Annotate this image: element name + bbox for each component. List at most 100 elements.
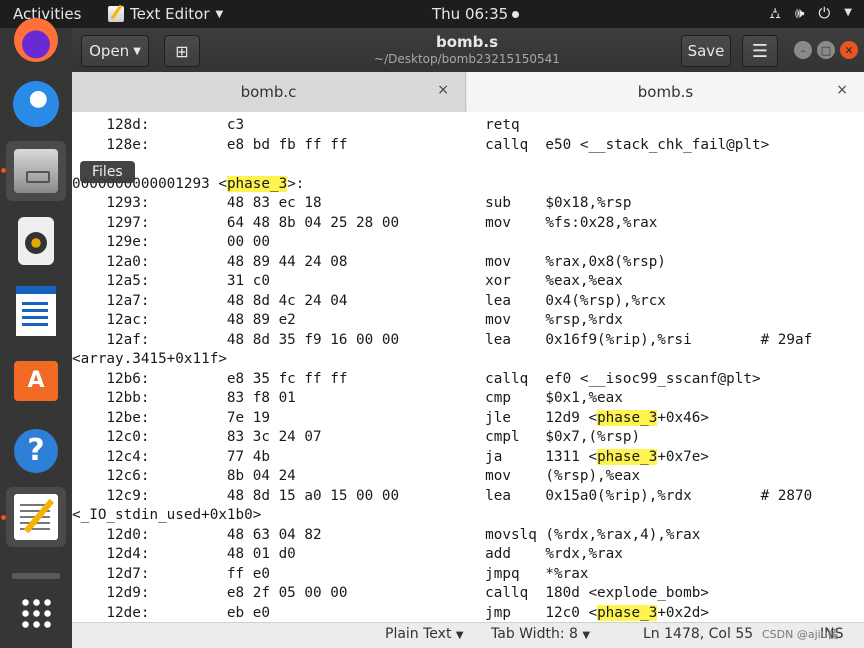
code-line: 12de: eb e0 jmp 12c0 <phase_3+0x2d> (72, 604, 709, 623)
code-line: 1297: 64 48 8b 04 25 28 00 mov %fs:0x28,… (72, 214, 657, 234)
code-text: 12c6: 8b 04 24 mov (%rsp),%eax (72, 468, 641, 484)
code-text: 129e: 00 00 (72, 234, 270, 250)
dock: A ? (0, 18, 72, 648)
minimize-button[interactable]: – (794, 41, 812, 59)
code-editor[interactable]: 128d: c3 retq 128e: e8 bd fb ff ff callq… (72, 112, 864, 622)
code-line: 12ac: 48 89 e2 mov %rsp,%rdx (72, 311, 623, 331)
search-highlight: phase_3 (597, 448, 658, 465)
firefox-icon (14, 18, 58, 62)
code-text: 12a7: 48 8d 4c 24 04 lea 0x4(%rsp),%rcx (72, 292, 666, 309)
hamburger-icon: ☰ (751, 40, 769, 62)
code-text: 12b6: e8 35 fc ff ff callq ef0 <__isoc99… (72, 370, 761, 387)
code-text: 1297: 64 48 8b 04 25 28 00 mov %fs:0x28,… (72, 214, 658, 231)
tab-bomb-c[interactable]: bomb.c × (72, 72, 466, 112)
code-text: 12d0: 48 63 04 82 movslq (%rdx,%rax,4),%… (72, 526, 701, 543)
code-text: 12af: 48 8d 35 f9 16 00 00 lea 0x16f9(%r… (72, 331, 813, 348)
code-line: 12d9: e8 2f 05 00 00 callq 180d <explode… (72, 584, 709, 604)
help-icon: ? (14, 429, 58, 473)
running-indicator (1, 168, 6, 173)
save-button[interactable]: Save (681, 35, 731, 67)
dock-item-firefox[interactable] (6, 10, 66, 70)
code-text: 12de: eb e0 jmp 12c0 < (72, 604, 598, 621)
app-menu[interactable]: Text Editor ▼ (108, 5, 223, 23)
code-line: 128e: e8 bd fb ff ff callq e50 <__stack_… (72, 136, 769, 156)
dock-item-text-editor[interactable] (6, 487, 66, 547)
code-text: 12be: 7e 19 jle 12d9 < (72, 409, 598, 426)
hamburger-menu-button[interactable]: ☰ (742, 35, 778, 67)
app-menu-label: Text Editor (130, 5, 210, 23)
dock-item-help[interactable]: ? (6, 421, 66, 481)
dock-tooltip: Files (80, 161, 135, 183)
text-editor-icon (14, 494, 58, 540)
clock-label: Thu 06:35 (432, 5, 509, 23)
close-tab-icon[interactable]: × (836, 82, 848, 98)
tab-bomb-s[interactable]: bomb.s × (467, 72, 864, 112)
code-text: +0x46> (657, 409, 709, 426)
dock-item-thunderbird[interactable] (6, 74, 66, 134)
system-tray[interactable]: ⛼ 🕪 ⏻ ▼ (769, 4, 852, 24)
libreoffice-writer-icon (16, 286, 56, 336)
software-center-icon: A (14, 361, 58, 401)
window-header: Open ▼ ⊞ bomb.s ~/Desktop/bomb23215150541… (72, 28, 864, 72)
tab-label: bomb.c (240, 83, 297, 101)
code-line: 12c4: 77 4b ja 1311 <phase_3+0x7e> (72, 448, 709, 468)
maximize-button[interactable]: □ (817, 41, 835, 59)
clock[interactable]: Thu 06:35 (432, 5, 520, 23)
trash-icon (12, 573, 60, 579)
code-line: 12d0: 48 63 04 82 movslq (%rdx,%rax,4),%… (72, 526, 700, 546)
new-document-button[interactable]: ⊞ (164, 35, 200, 67)
code-text: 12c4: 77 4b ja 1311 < (72, 448, 598, 465)
dock-item-writer[interactable] (6, 281, 66, 341)
code-text: +0x2d> (657, 604, 709, 621)
show-applications-button[interactable] (6, 583, 66, 643)
top-bar: Activities Text Editor ▼ Thu 06:35 ⛼ 🕪 ⏻… (0, 0, 864, 28)
open-button-label: Open (89, 42, 130, 60)
code-line: 12a7: 48 8d 4c 24 04 lea 0x4(%rsp),%rcx (72, 292, 666, 312)
code-line: 12be: 7e 19 jle 12d9 <phase_3+0x46> (72, 409, 709, 429)
new-document-icon: ⊞ (175, 41, 189, 61)
volume-icon: 🕪 (794, 4, 805, 22)
minimize-icon: – (800, 43, 806, 57)
watermark: CSDN @ajiu酱 (762, 628, 839, 641)
code-line: 12b6: e8 35 fc ff ff callq ef0 <__isoc99… (72, 370, 761, 390)
dock-item-software[interactable]: A (6, 351, 66, 411)
code-text: 12c9: 48 8d 15 a0 15 00 00 lea 0x15a0(%r… (72, 487, 813, 504)
code-line: 12bb: 83 f8 01 cmp $0x1,%eax (72, 389, 622, 409)
tab-width-selector[interactable]: Tab Width: 8 ▼ (491, 626, 590, 642)
code-line: 12a5: 31 c0 xor %eax,%eax (72, 272, 623, 292)
cursor-position[interactable]: Ln 1478, Col 55 (643, 626, 753, 642)
code-line: 12c0: 83 3c 24 07 cmpl $0x7,(%rsp) (72, 428, 640, 448)
tab-bar: bomb.c × bomb.s × (72, 72, 864, 112)
thunderbird-icon (13, 81, 59, 127)
code-line: 12c9: 48 8d 15 a0 15 00 00 lea 0x15a0(%r… (72, 487, 812, 507)
network-icon: ⛼ (769, 4, 781, 22)
running-indicator (1, 515, 6, 520)
close-icon: ✕ (844, 43, 854, 57)
maximize-icon: □ (820, 43, 832, 57)
status-bar: Plain Text ▼ Tab Width: 8 ▼ Ln 1478, Col… (72, 622, 864, 648)
window-subtitle: ~/Desktop/bomb23215150541 (374, 52, 560, 66)
text-editor-icon (108, 6, 124, 22)
code-text: 1293: 48 83 ec 18 sub $0x18,%rsp (72, 195, 632, 211)
tab-label: bomb.s (637, 83, 694, 101)
code-text: 12d7: ff e0 jmpq *%rax (72, 565, 589, 582)
dock-item-files[interactable] (6, 141, 66, 201)
code-text: 12c0: 83 3c 24 07 cmpl $0x7,(%rsp) (72, 429, 641, 445)
caret-down-icon: ▼ (133, 45, 141, 57)
code-text: 12a5: 31 c0 xor %eax,%eax (72, 273, 623, 289)
code-text: 12ac: 48 89 e2 mov %rsp,%rdx (72, 312, 623, 328)
code-text: 128e: e8 bd fb ff ff callq e50 <__stack_… (72, 136, 770, 153)
code-text: <array.3415+0x11f> (72, 351, 227, 367)
code-text: 128d: c3 retq (72, 117, 520, 133)
dock-item-rhythmbox[interactable] (6, 211, 66, 271)
code-text: 12d4: 48 01 d0 add %rdx,%rax (72, 546, 623, 562)
rhythmbox-icon (18, 217, 54, 265)
code-line: 1293: 48 83 ec 18 sub $0x18,%rsp (72, 194, 631, 214)
close-tab-icon[interactable]: × (437, 82, 449, 98)
app-grid-icon (20, 597, 52, 629)
syntax-selector[interactable]: Plain Text ▼ (385, 626, 464, 642)
close-window-button[interactable]: ✕ (840, 41, 858, 59)
code-line: 12d7: ff e0 jmpq *%rax (72, 565, 588, 585)
code-line: 12c6: 8b 04 24 mov (%rsp),%eax (72, 467, 640, 487)
open-button[interactable]: Open ▼ (81, 35, 149, 67)
